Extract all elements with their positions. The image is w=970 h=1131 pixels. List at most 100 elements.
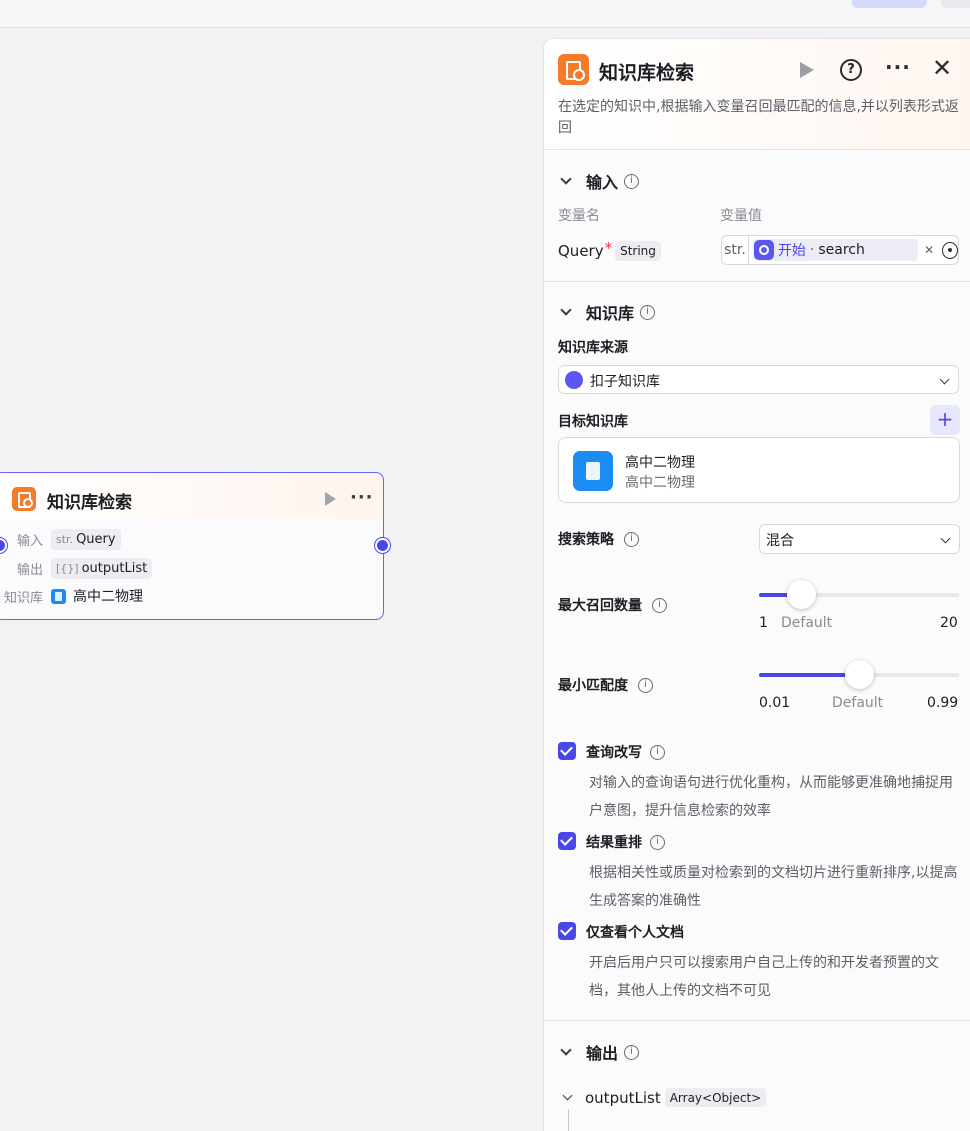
knowledge-search-icon [12, 487, 36, 511]
info-icon[interactable]: i [650, 834, 665, 850]
kb-source-dropdown[interactable]: 扣子知识库 [558, 365, 959, 394]
personal-docs-label: 仅查看个人文档 [586, 925, 684, 941]
max-recall-max: 20 [940, 615, 958, 631]
chevron-down-icon [940, 533, 951, 544]
variable-reference-field[interactable]: str. 开始 · search ✕ [721, 235, 959, 265]
ref-source: 开始 [777, 243, 806, 259]
node-output-row: 输出 [{}] outputList [0, 557, 153, 579]
rerank-text: 结果重排 [586, 835, 642, 851]
max-recall-default: Default [781, 615, 833, 631]
query-rewrite-checkbox[interactable] [558, 742, 576, 760]
node-input-label: 输入 [16, 533, 43, 549]
top-toolbar [0, 0, 970, 28]
max-recall-slider[interactable] [759, 580, 959, 609]
type-prefix: str. [56, 532, 74, 546]
variable-picker-icon[interactable] [942, 241, 958, 259]
chevron-down-icon[interactable] [560, 304, 572, 316]
min-match-max: 0.99 [927, 695, 959, 711]
variable-reference-chip[interactable]: 开始 · search [752, 239, 919, 261]
max-recall-min: 1 [759, 615, 768, 631]
rerank-checkbox[interactable] [558, 832, 576, 850]
query-rewrite-text: 查询改写 [586, 745, 642, 761]
node-input-chip: str. Query [51, 528, 121, 550]
min-match-min: 0.01 [759, 695, 791, 711]
slider-thumb[interactable] [845, 660, 874, 689]
node-title: 知识库检索 [47, 493, 132, 513]
section-divider [544, 281, 970, 282]
input-section-title: 输入 [586, 173, 619, 192]
node-output-value: outputList [81, 560, 148, 576]
kb-section-header[interactable]: 知识库 i [558, 300, 656, 324]
panel-header: 知识库检索 ? ··· ✕ 在选定的知识中,根据输入变量召回最匹配的信息,并以列… [544, 39, 970, 150]
ref-variable: search [818, 242, 865, 258]
min-match-label: 最小匹配度 i [558, 675, 653, 695]
search-strategy-text: 搜索策略 [558, 532, 614, 548]
output-port[interactable] [375, 538, 390, 553]
input-section-header[interactable]: 输入 i [558, 169, 640, 193]
info-icon[interactable]: i [624, 1044, 640, 1060]
knowledge-search-icon [558, 54, 589, 85]
kb-name: 高中二物理 [625, 455, 695, 471]
node-input-value: Query [76, 531, 116, 547]
min-match-text: 最小匹配度 [558, 678, 628, 694]
rerank-description: 根据相关性或质量对检索到的文档切片进行重新排序,以提高生成答案的准确性 [589, 865, 958, 909]
query-rewrite-label: 查询改写 i [586, 742, 665, 762]
output-variable-type: Array<Object> [664, 1088, 767, 1107]
kb-section-title: 知识库 [586, 304, 635, 323]
node-output-chip: [{}] outputList [51, 557, 153, 579]
kb-source-label: 知识库来源 [558, 340, 628, 356]
ref-separator: · [809, 242, 815, 258]
add-kb-button[interactable]: + [930, 405, 960, 435]
max-recall-label: 最大召回数量 i [558, 595, 667, 615]
search-strategy-label: 搜索策略 i [558, 529, 639, 549]
info-icon[interactable]: i [638, 677, 653, 693]
max-recall-text: 最大召回数量 [558, 598, 642, 614]
kb-card[interactable]: 高中二物理 高中二物理 [558, 437, 960, 503]
panel-description: 在选定的知识中,根据输入变量召回最匹配的信息,并以列表形式返回 [558, 99, 959, 136]
node-kb-value: 高中二物理 [73, 589, 143, 605]
required-mark: * [604, 239, 613, 257]
more-icon[interactable]: ··· [885, 55, 911, 79]
output-section-header[interactable]: 输出 i [558, 1040, 640, 1064]
node-kb-label: 知识库 [3, 590, 43, 606]
slider-thumb[interactable] [787, 580, 817, 609]
param-type-badge: String [615, 241, 661, 261]
start-node-icon [753, 240, 774, 260]
chevron-down-icon[interactable] [560, 173, 572, 185]
value-type-selector[interactable]: str. [722, 236, 749, 264]
kb-source-value: 扣子知识库 [590, 374, 660, 390]
personal-docs-checkbox[interactable] [558, 922, 576, 940]
toolbar-button-secondary[interactable] [941, 0, 970, 8]
node-output-label: 输出 [16, 562, 43, 578]
tree-guide-line [568, 1109, 569, 1131]
info-icon[interactable]: i [624, 173, 640, 189]
node-input-row: 输入 str. Query [0, 528, 121, 550]
info-icon[interactable]: i [650, 744, 665, 760]
panel-title: 知识库检索 [599, 62, 695, 84]
param-name: Query [558, 242, 604, 260]
rerank-label: 结果重排 i [586, 832, 665, 852]
info-icon[interactable]: i [652, 597, 667, 613]
document-icon [51, 588, 66, 604]
search-strategy-dropdown[interactable]: 混合 [759, 524, 960, 554]
play-icon[interactable] [325, 492, 336, 506]
workflow-node-knowledge-retrieval[interactable]: 知识库检索 ··· 输入 str. Query 输出 [{}] outputLi… [0, 472, 384, 620]
more-icon[interactable]: ··· [350, 487, 374, 508]
output-variable-row[interactable]: outputList Array<Object> [562, 1088, 767, 1107]
play-icon[interactable] [800, 62, 814, 78]
info-icon[interactable]: i [640, 304, 656, 320]
min-match-slider[interactable] [759, 660, 959, 689]
toolbar-button-primary[interactable] [852, 0, 927, 8]
personal-docs-description: 开启后用户只可以搜索用户自己上传的和开发者预置的文档，其他人上传的文档不可见 [589, 955, 939, 999]
slider-fill [759, 673, 859, 677]
help-icon[interactable]: ? [840, 59, 862, 81]
close-icon[interactable]: ✕ [932, 56, 952, 80]
chevron-down-icon [939, 374, 950, 385]
chevron-down-icon[interactable] [562, 1090, 573, 1101]
document-icon [573, 451, 613, 491]
param-query: Query * String [558, 239, 661, 263]
info-icon[interactable]: i [624, 531, 639, 547]
column-header-name: 变量名 [558, 208, 600, 224]
clear-icon[interactable]: ✕ [924, 243, 934, 257]
chevron-down-icon[interactable] [560, 1044, 572, 1056]
